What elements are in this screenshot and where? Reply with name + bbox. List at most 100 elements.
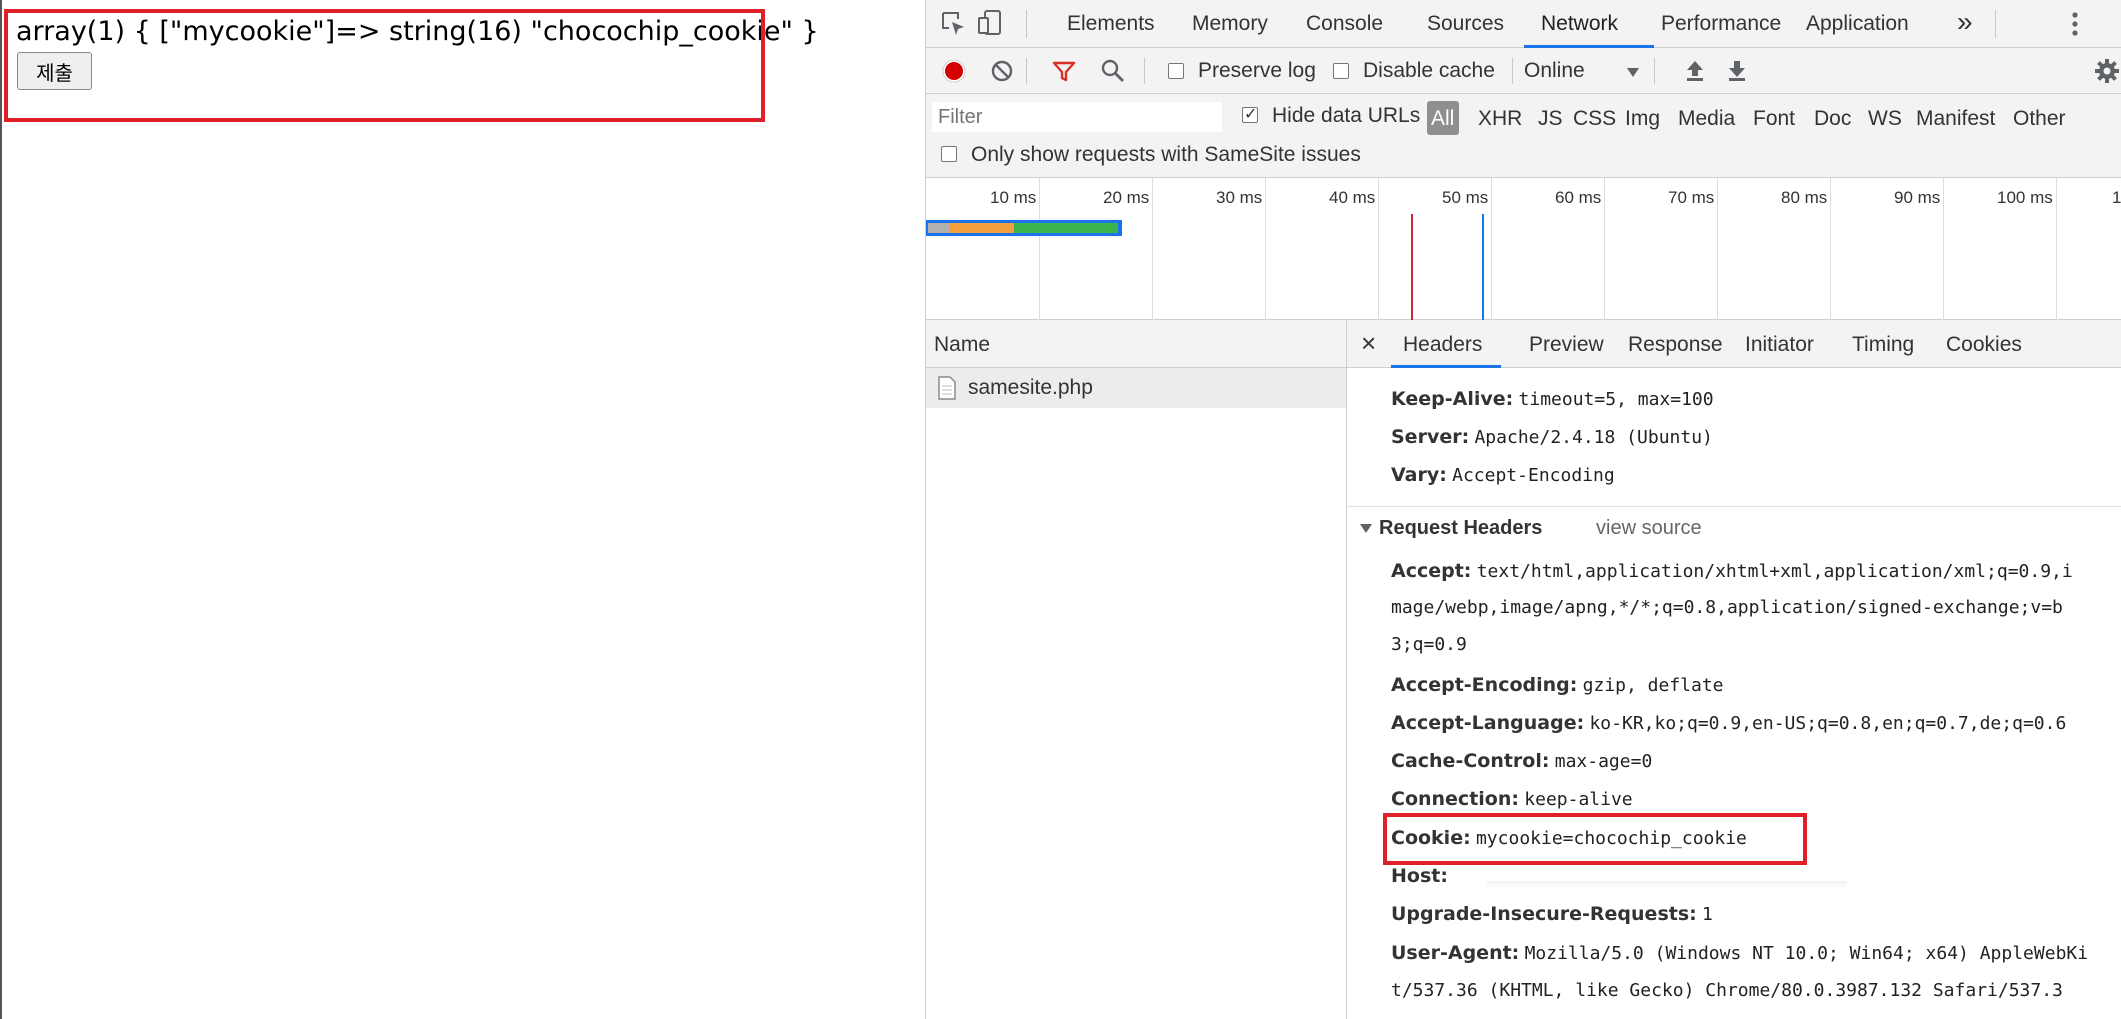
timeline-tick-label: 60 ms [1555,188,1602,207]
header-key: Server: [1391,426,1470,448]
header-key: Vary: [1391,464,1447,486]
request-row-samesite[interactable]: samesite.php [926,368,1346,408]
tab-preview[interactable]: Preview [1529,333,1604,357]
header-value: Mozilla/5.0 (Windows NT 10.0; Win64; x64… [1524,943,2089,964]
tab-performance[interactable]: Performance [1661,12,1781,36]
header-value: 3;q=0.9 [1391,634,1467,655]
tab-sources[interactable]: Sources [1427,12,1504,36]
filter-type-js[interactable]: JS [1538,107,1563,131]
timeline-tick-label: 50 ms [1442,188,1489,207]
tab-headers-active-indicator [1391,365,1501,368]
header-row-accept: Accept: text/html,application/xhtml+xml,… [1391,560,2073,583]
header-row: Vary: Accept-Encoding [1391,464,1615,487]
tab-network[interactable]: Network [1541,12,1618,36]
export-har-icon[interactable] [1726,59,1748,83]
tab-timing[interactable]: Timing [1852,333,1914,357]
timeline-bar-queue [928,223,950,233]
timeline-gridline [1265,178,1266,320]
timeline-tick-label: 100 ms [1997,188,2053,207]
timeline-tick-label: 1 [2112,188,2121,207]
name-column-header[interactable]: Name [926,320,1346,368]
disable-cache-checkbox[interactable] [1333,63,1349,79]
timeline-tick-label: 20 ms [1103,188,1150,207]
header-row-host: Host: [1391,865,1448,888]
section-divider [1347,506,2121,507]
header-value-continuation: t/537.36 (KHTML, like Gecko) Chrome/80.0… [1391,980,2063,1002]
filter-type-font[interactable]: Font [1753,107,1795,131]
timeline-bar-download [1014,223,1118,233]
document-file-icon [938,376,956,400]
header-key: Host: [1391,865,1448,887]
tab-memory[interactable]: Memory [1192,12,1268,36]
header-row-user-agent: User-Agent: Mozilla/5.0 (Windows NT 10.0… [1391,942,2088,965]
toolbar-separator-2 [1144,58,1145,84]
filter-type-img[interactable]: Img [1625,107,1660,131]
header-value-continuation: 3;q=0.9 [1391,634,1467,656]
header-row: Upgrade-Insecure-Requests: 1 [1391,903,1713,926]
device-toolbar-icon[interactable] [976,8,1006,38]
timeline-gridline [1491,178,1492,320]
header-value: gzip, deflate [1582,675,1724,696]
chevron-down-icon[interactable] [1626,65,1640,77]
samesite-label: Only show requests with SameSite issues [971,143,1361,166]
view-source-link[interactable]: view source [1596,517,1702,540]
tab-cookies[interactable]: Cookies [1946,333,2022,357]
header-key: Accept: [1391,560,1472,582]
network-settings-gear-icon[interactable] [2094,58,2120,84]
timeline-gridline [1717,178,1718,320]
tabbar-separator [1026,10,1027,38]
timeline-gridline [1378,178,1379,320]
tab-application[interactable]: Application [1806,12,1909,36]
inspect-element-icon[interactable] [940,10,968,38]
import-har-icon[interactable] [1684,59,1706,83]
filter-input[interactable] [932,102,1222,132]
header-row: Keep-Alive: timeout=5, max=100 [1391,388,1714,411]
filter-type-doc[interactable]: Doc [1814,107,1851,131]
clear-icon[interactable] [990,59,1014,83]
samesite-checkbox[interactable] [941,146,957,162]
filter-type-media[interactable]: Media [1678,107,1735,131]
filter-bar: Hide data URLs All XHR JS CSS Img Media … [926,94,2121,178]
timeline-tick-label: 40 ms [1329,188,1376,207]
filter-type-xhr[interactable]: XHR [1478,107,1522,131]
request-headers-title[interactable]: Request Headers [1379,517,1542,540]
header-value: t/537.36 (KHTML, like Gecko) Chrome/80.0… [1391,980,2063,1001]
hide-data-urls-checkbox[interactable] [1242,104,1258,124]
record-icon[interactable] [941,58,967,84]
filter-type-css[interactable]: CSS [1573,107,1616,131]
throttling-select[interactable]: Online [1524,59,1585,83]
filter-icon[interactable] [1052,59,1076,83]
header-row: Accept-Encoding: gzip, deflate [1391,674,1724,697]
search-icon[interactable] [1100,58,1126,84]
tab-headers[interactable]: Headers [1403,333,1482,357]
more-tabs-icon[interactable]: » [1957,6,1973,38]
timeline-gridline [1943,178,1944,320]
timeline-tick-label: 90 ms [1894,188,1941,207]
devtools-panel: Elements Memory Console Sources Network … [925,0,2121,1019]
highlight-box-output [4,9,765,122]
load-event-marker [1411,214,1413,320]
header-value: mage/webp,image/apng,*/*;q=0.8,applicati… [1391,597,2063,618]
timeline-gridline [1604,178,1605,320]
timeline-gridline [1039,178,1040,320]
tab-console[interactable]: Console [1306,12,1383,36]
filter-type-other[interactable]: Other [2013,107,2066,131]
close-details-icon[interactable]: × [1361,328,1376,359]
tab-initiator[interactable]: Initiator [1745,333,1814,357]
network-overview-timeline[interactable]: 10 ms 20 ms 30 ms 40 ms 50 ms 60 ms 70 m… [926,178,2121,320]
filter-type-ws[interactable]: WS [1868,107,1902,131]
header-key: Upgrade-Insecure-Requests: [1391,903,1697,925]
tab-response[interactable]: Response [1628,333,1723,357]
domcontentloaded-marker [1482,214,1484,320]
filter-type-manifest[interactable]: Manifest [1916,107,1995,131]
preserve-log-checkbox[interactable] [1168,63,1184,79]
timeline-gridline [2056,178,2057,320]
hide-data-urls-label: Hide data URLs [1272,104,1421,127]
header-value: 1 [1702,904,1713,925]
header-key: Accept-Encoding: [1391,674,1578,696]
tab-elements[interactable]: Elements [1067,12,1155,36]
kebab-menu-icon[interactable] [2070,10,2080,38]
header-row: Accept-Language: ko-KR,ko;q=0.9,en-US;q=… [1391,712,2066,735]
filter-type-all-label: All [1431,107,1455,130]
expand-triangle-icon[interactable] [1359,521,1373,535]
